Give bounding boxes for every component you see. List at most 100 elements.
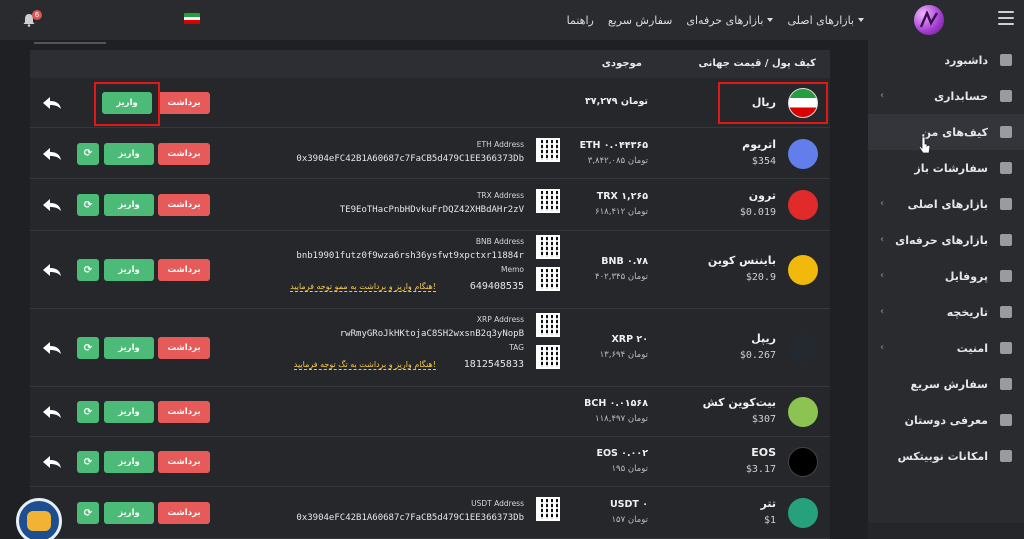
wallet-row: ریال ۳۷,۲۷۹ تومان برداشت واریز (30, 78, 830, 128)
address-value[interactable]: rwRmyGRoJkHKtojaC8SH2wxsnB2q3yNopB (340, 329, 524, 339)
sidebar-item-0[interactable]: داشبورد (868, 42, 1024, 78)
sidebar-item-9[interactable]: سفارش سریع (868, 366, 1024, 402)
features-icon (1000, 450, 1012, 462)
sidebar-item-3[interactable]: سفارشات باز (868, 150, 1024, 186)
memo-qr-code[interactable] (536, 267, 560, 291)
refresh-icon[interactable]: ⟳ (77, 142, 99, 165)
address-qr-code[interactable] (536, 137, 560, 162)
wallet-price: $3.17 (745, 464, 776, 475)
sidebar-item-6[interactable]: پروفایل ‹ (868, 258, 1024, 294)
chevron-left-icon: ‹ (880, 234, 885, 245)
sidebar-item-label: سفارش سریع (910, 377, 988, 391)
nav-pro-markets[interactable]: بازارهای حرفه‌ای (686, 14, 774, 27)
language-flag-icon[interactable] (184, 13, 200, 24)
reply-arrow-icon[interactable] (42, 405, 62, 419)
deposit-button[interactable]: واریز (104, 194, 154, 216)
deposit-button[interactable]: واریز (104, 401, 154, 423)
sidebar-item-label: پروفایل (944, 269, 988, 283)
address-qr-code[interactable] (536, 497, 560, 521)
orders-icon (1000, 162, 1012, 174)
sidebar-item-label: امنیت (956, 341, 988, 355)
withdraw-button[interactable]: برداشت (158, 259, 210, 281)
nav-quick-order[interactable]: سفارش سریع (608, 14, 673, 27)
balance-amount: ۳۷,۲۷۹ تومان (584, 96, 648, 107)
wallet-price: $1 (763, 515, 776, 526)
withdraw-button[interactable]: برداشت (158, 337, 210, 359)
refresh-icon[interactable]: ⟳ (77, 401, 99, 423)
history-icon (1000, 306, 1012, 318)
balance-amount: TRX ۱,۲۶۵ (596, 191, 648, 202)
wallet-row: ترون $0.019 TRX ۱,۲۶۵ ۶۱۸,۴۱۲ تومان TRX Addr… (30, 179, 830, 231)
tether-icon (788, 498, 818, 528)
sidebar-item-5[interactable]: بازارهای حرفه‌ای ‹ (868, 222, 1024, 258)
wallet-name: ترون (748, 189, 776, 202)
table-header: کیف پول / قیمت جهانی موجودی (30, 50, 830, 78)
reply-arrow-icon[interactable] (42, 147, 62, 161)
deposit-button[interactable]: واریز (104, 259, 154, 281)
address-qr-code[interactable] (536, 313, 560, 337)
app-logo[interactable] (914, 5, 944, 35)
sidebar-item-11[interactable]: امکانات نوبیتکس (868, 438, 1024, 474)
address-value[interactable]: bnb19901futz0f9wza6rsh36ysfwt9xpctxr1188… (296, 251, 524, 261)
refresh-icon[interactable]: ⟳ (77, 337, 99, 359)
address-qr-code[interactable] (536, 235, 560, 259)
deposit-button[interactable]: واریز (104, 142, 154, 165)
chevron-down-icon (767, 18, 774, 22)
nav-help[interactable]: راهنما (567, 14, 594, 27)
address-label: USDT Address (471, 499, 524, 508)
sidebar-item-8[interactable]: امنیت ‹ (868, 330, 1024, 366)
reply-arrow-icon[interactable] (42, 96, 62, 110)
reply-arrow-icon[interactable] (42, 455, 62, 469)
sidebar-item-10[interactable]: معرفی دوستان (868, 402, 1024, 438)
deposit-button[interactable]: واریز (104, 451, 154, 473)
refresh-icon[interactable]: ⟳ (77, 194, 99, 216)
wallet-name: بیت‌کوین کش (702, 396, 776, 409)
refresh-icon[interactable]: ⟳ (77, 259, 99, 281)
balance-toman: ۱۱۸,۴۹۷ تومان (595, 414, 648, 424)
address-value[interactable]: 0x3904eFC42B1A60687c7FaCB5d479C1EE366373… (296, 513, 524, 523)
wallet-row: EOS $3.17 EOS ۰.۰۰۲ ۱۹۵ تومان برداشت واریز ⟳ (30, 437, 830, 487)
menu-icon[interactable] (998, 11, 1014, 25)
notification-bell-icon[interactable]: 6 (22, 10, 42, 27)
reply-arrow-icon[interactable] (42, 198, 62, 212)
header-wallet: کیف پول / قیمت جهانی (698, 58, 816, 69)
sidebar-item-2[interactable]: کیف‌های من (868, 114, 1024, 150)
sidebar-item-7[interactable]: تاریخچه ‹ (868, 294, 1024, 330)
address-qr-code[interactable] (536, 189, 560, 213)
address-value[interactable]: TE9EoTHacPnbHDvkuFrDQZ42XHBdAHr2zV (340, 205, 524, 215)
withdraw-button[interactable]: برداشت (158, 142, 210, 165)
memo-value[interactable]: 649408535 (470, 281, 524, 292)
address-value[interactable]: 0x3904eFC42B1A60687c7FaCB5d479C1EE366373… (296, 154, 524, 164)
refresh-icon[interactable]: ⟳ (77, 502, 99, 524)
withdraw-button[interactable]: برداشت (158, 401, 210, 423)
memo-qr-code[interactable] (536, 345, 560, 369)
reply-arrow-icon[interactable] (42, 263, 62, 277)
address-label: XRP Address (476, 315, 524, 324)
deposit-button[interactable]: واریز (104, 337, 154, 359)
wallet-price: $20.9 (745, 272, 776, 283)
refresh-icon[interactable]: ⟳ (77, 451, 99, 473)
fast-order-icon (1000, 378, 1012, 390)
binance-icon (788, 255, 818, 285)
sidebar-item-1[interactable]: حسابداری ‹ (868, 78, 1024, 114)
wallet-row: بایننس کوین $20.9 BNB ۰.۷۸ ۴۰۲,۳۴۵ تومان BNB… (30, 231, 830, 309)
sidebar-item-4[interactable]: بازارهای اصلی ‹ (868, 186, 1024, 222)
support-chat-button[interactable] (16, 498, 62, 539)
shield-icon (1000, 342, 1012, 354)
chevron-left-icon: ‹ (880, 90, 885, 101)
withdraw-button[interactable]: برداشت (158, 92, 210, 114)
withdraw-button[interactable]: برداشت (158, 451, 210, 473)
balance-toman: ۳,۸۴۲,۰۸۵ تومان (587, 155, 648, 166)
chevron-left-icon: ‹ (880, 306, 885, 317)
accounting-icon (1000, 90, 1012, 102)
memo-label: Memo (501, 265, 524, 274)
reply-arrow-icon[interactable] (42, 341, 62, 355)
withdraw-button[interactable]: برداشت (158, 502, 210, 524)
withdraw-button[interactable]: برداشت (158, 194, 210, 216)
memo-value[interactable]: 1812545833 (464, 359, 524, 370)
nav-main-markets[interactable]: بازارهای اصلی (787, 14, 864, 27)
sidebar-item-label: حسابداری (934, 89, 988, 103)
deposit-button[interactable]: واریز (104, 502, 154, 524)
profile-icon (1000, 270, 1012, 282)
balance-amount: USDT ۰ (609, 499, 648, 510)
